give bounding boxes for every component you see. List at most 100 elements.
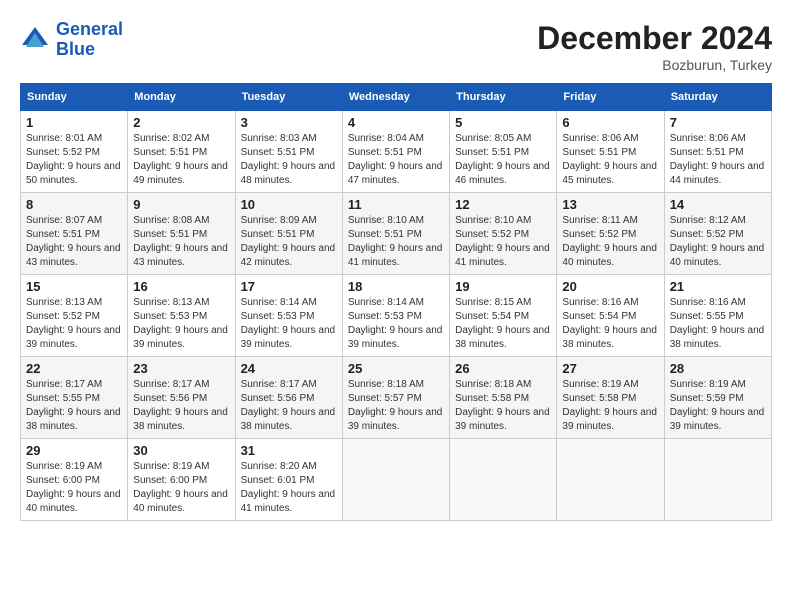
calendar-week-4: 29 Sunrise: 8:19 AM Sunset: 6:00 PM Dayli… [21, 439, 772, 521]
cell-info: Sunrise: 8:13 AM Sunset: 5:53 PM Dayligh… [133, 296, 229, 352]
calendar-cell: 16 Sunrise: 8:13 AM Sunset: 5:53 PM Dayli… [128, 275, 235, 357]
cell-info: Sunrise: 8:06 AM Sunset: 5:51 PM Dayligh… [562, 132, 658, 188]
calendar-cell: 26 Sunrise: 8:18 AM Sunset: 5:58 PM Dayli… [450, 357, 557, 439]
logo: General Blue [20, 20, 123, 60]
calendar-body: 1 Sunrise: 8:01 AM Sunset: 5:52 PM Daylig… [21, 111, 772, 521]
logo-icon [20, 25, 50, 55]
cell-info: Sunrise: 8:09 AM Sunset: 5:51 PM Dayligh… [241, 214, 337, 270]
day-number: 31 [241, 443, 337, 458]
cell-info: Sunrise: 8:08 AM Sunset: 5:51 PM Dayligh… [133, 214, 229, 270]
header-wednesday: Wednesday [342, 84, 449, 111]
cell-info: Sunrise: 8:11 AM Sunset: 5:52 PM Dayligh… [562, 214, 658, 270]
cell-info: Sunrise: 8:14 AM Sunset: 5:53 PM Dayligh… [348, 296, 444, 352]
calendar-cell: 3Sunrise: 8:03 AM Sunset: 5:51 PM Daylig… [235, 111, 342, 193]
cell-info: Sunrise: 8:19 AM Sunset: 6:00 PM Dayligh… [26, 460, 122, 516]
calendar-cell: 18 Sunrise: 8:14 AM Sunset: 5:53 PM Dayli… [342, 275, 449, 357]
cell-info: Sunrise: 8:10 AM Sunset: 5:52 PM Dayligh… [455, 214, 551, 270]
title-area: December 2024 Bozburun, Turkey [537, 20, 772, 73]
day-number: 6 [562, 115, 658, 130]
calendar-cell: 4 Sunrise: 8:04 AM Sunset: 5:51 PM Daylig… [342, 111, 449, 193]
day-number: 28 [670, 361, 766, 376]
calendar-cell: 15 Sunrise: 8:13 AM Sunset: 5:52 PM Dayli… [21, 275, 128, 357]
day-number: 15 [26, 279, 122, 294]
day-number: 22 [26, 361, 122, 376]
cell-info: Sunrise: 8:05 AM Sunset: 5:51 PM Dayligh… [455, 132, 551, 188]
header-monday: Monday [128, 84, 235, 111]
day-number: 19 [455, 279, 551, 294]
cell-info: Sunrise: 8:17 AM Sunset: 5:55 PM Dayligh… [26, 378, 122, 434]
day-number: 9 [133, 197, 229, 212]
day-number: 4 [348, 115, 444, 130]
cell-info: Sunrise: 8:14 AM Sunset: 5:53 PM Dayligh… [241, 296, 337, 352]
calendar-cell: 29 Sunrise: 8:19 AM Sunset: 6:00 PM Dayli… [21, 439, 128, 521]
cell-info: Sunrise: 8:19 AM Sunset: 6:00 PM Dayligh… [133, 460, 229, 516]
calendar-header: SundayMondayTuesdayWednesdayThursdayFrid… [21, 84, 772, 111]
calendar-cell [342, 439, 449, 521]
calendar-table: SundayMondayTuesdayWednesdayThursdayFrid… [20, 83, 772, 521]
day-number: 12 [455, 197, 551, 212]
calendar-cell: 24 Sunrise: 8:17 AM Sunset: 5:56 PM Dayli… [235, 357, 342, 439]
calendar-cell: 12 Sunrise: 8:10 AM Sunset: 5:52 PM Dayli… [450, 193, 557, 275]
calendar-cell: 1 Sunrise: 8:01 AM Sunset: 5:52 PM Daylig… [21, 111, 128, 193]
cell-info: Sunrise: 8:02 AM Sunset: 5:51 PM Dayligh… [133, 132, 229, 188]
day-number: 13 [562, 197, 658, 212]
calendar-cell: 8Sunrise: 8:07 AM Sunset: 5:51 PM Daylig… [21, 193, 128, 275]
header-friday: Friday [557, 84, 664, 111]
day-number: 18 [348, 279, 444, 294]
day-number: 25 [348, 361, 444, 376]
day-number: 23 [133, 361, 229, 376]
calendar-cell: 27Sunrise: 8:19 AM Sunset: 5:58 PM Dayli… [557, 357, 664, 439]
calendar-cell: 30 Sunrise: 8:19 AM Sunset: 6:00 PM Dayli… [128, 439, 235, 521]
cell-info: Sunrise: 8:01 AM Sunset: 5:52 PM Dayligh… [26, 132, 122, 188]
day-number: 10 [241, 197, 337, 212]
cell-info: Sunrise: 8:16 AM Sunset: 5:55 PM Dayligh… [670, 296, 766, 352]
header-saturday: Saturday [664, 84, 771, 111]
cell-info: Sunrise: 8:13 AM Sunset: 5:52 PM Dayligh… [26, 296, 122, 352]
day-number: 5 [455, 115, 551, 130]
cell-info: Sunrise: 8:15 AM Sunset: 5:54 PM Dayligh… [455, 296, 551, 352]
calendar-week-0: 1 Sunrise: 8:01 AM Sunset: 5:52 PM Daylig… [21, 111, 772, 193]
cell-info: Sunrise: 8:16 AM Sunset: 5:54 PM Dayligh… [562, 296, 658, 352]
month-title: December 2024 [537, 20, 772, 57]
calendar-week-1: 8Sunrise: 8:07 AM Sunset: 5:51 PM Daylig… [21, 193, 772, 275]
calendar-cell: 11 Sunrise: 8:10 AM Sunset: 5:51 PM Dayli… [342, 193, 449, 275]
cell-info: Sunrise: 8:04 AM Sunset: 5:51 PM Dayligh… [348, 132, 444, 188]
calendar-cell: 17Sunrise: 8:14 AM Sunset: 5:53 PM Dayli… [235, 275, 342, 357]
cell-info: Sunrise: 8:03 AM Sunset: 5:51 PM Dayligh… [241, 132, 337, 188]
logo-line2: Blue [56, 39, 95, 59]
day-number: 29 [26, 443, 122, 458]
calendar-cell: 7Sunrise: 8:06 AM Sunset: 5:51 PM Daylig… [664, 111, 771, 193]
calendar-cell: 20Sunrise: 8:16 AM Sunset: 5:54 PM Dayli… [557, 275, 664, 357]
day-number: 7 [670, 115, 766, 130]
calendar-cell: 23 Sunrise: 8:17 AM Sunset: 5:56 PM Dayli… [128, 357, 235, 439]
calendar-cell: 2 Sunrise: 8:02 AM Sunset: 5:51 PM Daylig… [128, 111, 235, 193]
cell-info: Sunrise: 8:20 AM Sunset: 6:01 PM Dayligh… [241, 460, 337, 516]
calendar-cell: 10 Sunrise: 8:09 AM Sunset: 5:51 PM Dayli… [235, 193, 342, 275]
calendar-cell: 25Sunrise: 8:18 AM Sunset: 5:57 PM Dayli… [342, 357, 449, 439]
day-number: 30 [133, 443, 229, 458]
calendar-week-2: 15 Sunrise: 8:13 AM Sunset: 5:52 PM Dayli… [21, 275, 772, 357]
cell-info: Sunrise: 8:07 AM Sunset: 5:51 PM Dayligh… [26, 214, 122, 270]
day-number: 1 [26, 115, 122, 130]
cell-info: Sunrise: 8:10 AM Sunset: 5:51 PM Dayligh… [348, 214, 444, 270]
day-number: 24 [241, 361, 337, 376]
calendar-cell: 19 Sunrise: 8:15 AM Sunset: 5:54 PM Dayli… [450, 275, 557, 357]
calendar-cell: 21 Sunrise: 8:16 AM Sunset: 5:55 PM Dayli… [664, 275, 771, 357]
day-number: 26 [455, 361, 551, 376]
header-row: SundayMondayTuesdayWednesdayThursdayFrid… [21, 84, 772, 111]
logo-line1: General [56, 19, 123, 39]
calendar-cell [557, 439, 664, 521]
cell-info: Sunrise: 8:17 AM Sunset: 5:56 PM Dayligh… [133, 378, 229, 434]
calendar-cell: 31 Sunrise: 8:20 AM Sunset: 6:01 PM Dayli… [235, 439, 342, 521]
day-number: 21 [670, 279, 766, 294]
cell-info: Sunrise: 8:18 AM Sunset: 5:58 PM Dayligh… [455, 378, 551, 434]
calendar-cell [450, 439, 557, 521]
cell-info: Sunrise: 8:17 AM Sunset: 5:56 PM Dayligh… [241, 378, 337, 434]
calendar-cell: 9 Sunrise: 8:08 AM Sunset: 5:51 PM Daylig… [128, 193, 235, 275]
header-thursday: Thursday [450, 84, 557, 111]
day-number: 16 [133, 279, 229, 294]
location: Bozburun, Turkey [537, 57, 772, 73]
calendar-cell: 28Sunrise: 8:19 AM Sunset: 5:59 PM Dayli… [664, 357, 771, 439]
day-number: 2 [133, 115, 229, 130]
day-number: 11 [348, 197, 444, 212]
